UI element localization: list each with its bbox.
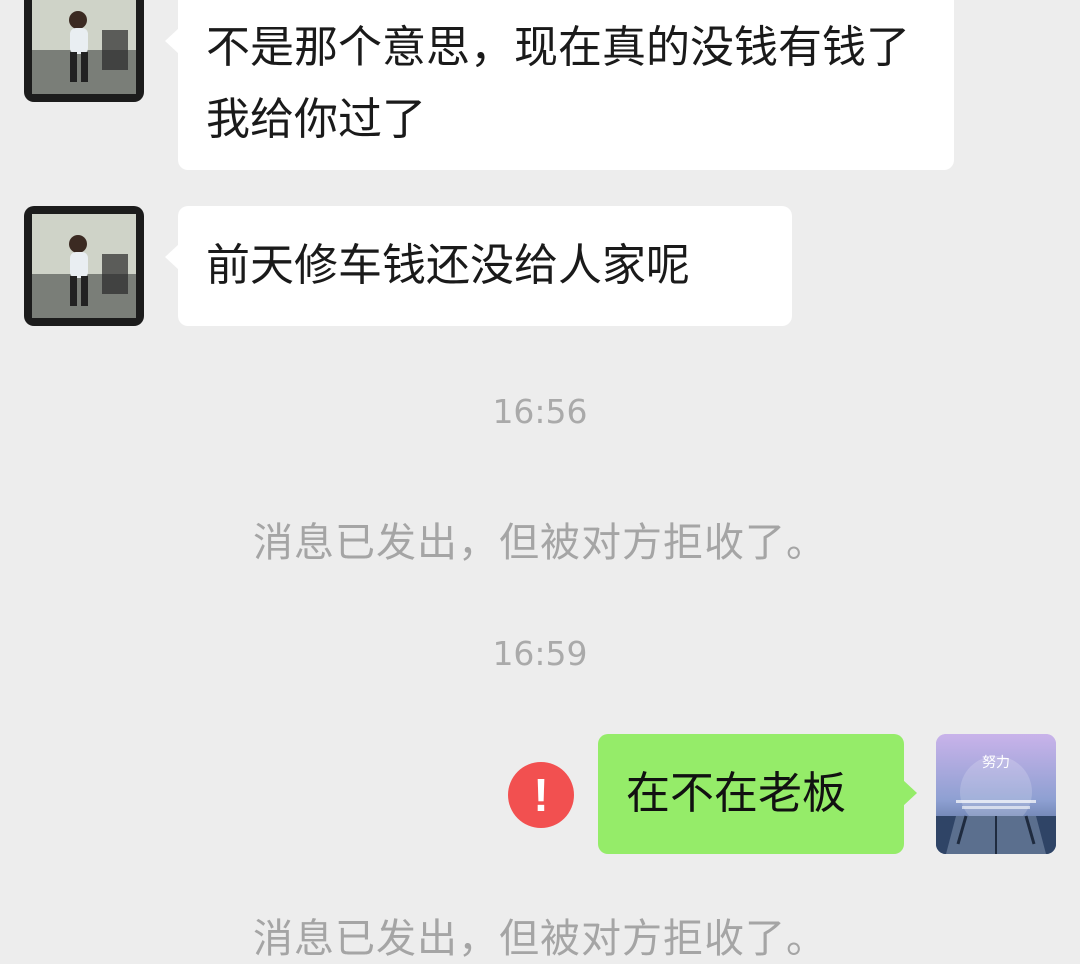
contact-avatar[interactable] <box>24 206 144 326</box>
system-notice: 消息已发出，但被对方拒收了。 <box>253 520 827 566</box>
my-avatar[interactable]: 努力 <box>936 734 1056 854</box>
contact-photo <box>32 214 136 318</box>
timestamp: 16:56 <box>492 392 588 431</box>
contact-photo <box>32 0 136 94</box>
received-message-bubble[interactable]: 不是那个意思，现在真的没钱有钱了我给你过了 <box>165 0 954 170</box>
received-message-bubble[interactable]: 前天修车钱还没给人家呢 <box>165 206 792 326</box>
message-text: 前天修车钱还没给人家呢 <box>206 240 690 291</box>
avatar-caption: 努力 <box>982 755 1010 771</box>
timestamp: 16:59 <box>492 634 588 673</box>
message-text: 不是那个意思，现在真的没钱有钱了我给你过了 <box>206 22 910 145</box>
system-notice: 消息已发出，但被对方拒收了。 <box>253 916 827 962</box>
send-failed-icon[interactable]: ! <box>508 762 574 828</box>
person-photo-icon <box>32 0 136 94</box>
message-text: 在不在老板 <box>626 768 846 819</box>
contact-avatar[interactable] <box>24 0 144 102</box>
person-photo-icon <box>32 214 136 318</box>
sent-message-bubble[interactable]: 在不在老板 <box>598 734 917 854</box>
